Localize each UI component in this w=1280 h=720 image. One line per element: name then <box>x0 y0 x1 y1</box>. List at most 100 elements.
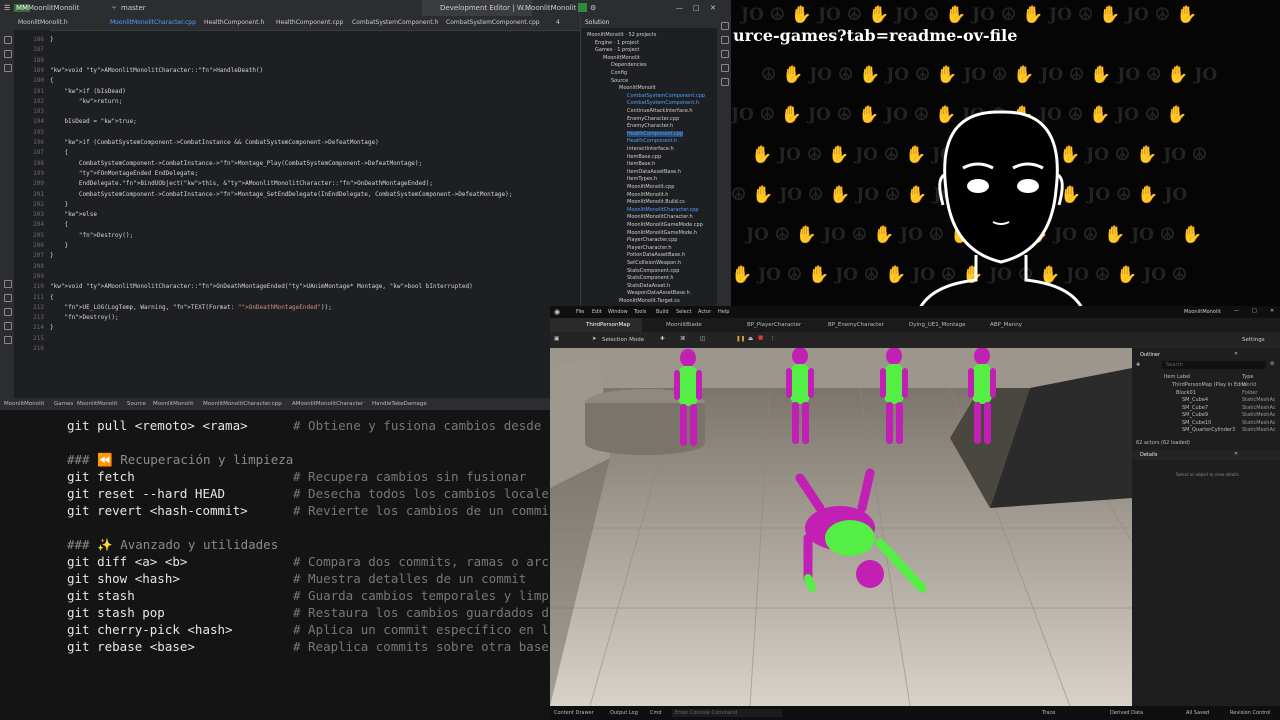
col-item-label[interactable]: Item Label <box>1164 374 1190 380</box>
outliner-row[interactable]: SM_Cube4 StaticMeshAc <box>1132 397 1280 404</box>
solution-tree-item[interactable]: ItemDataAssetBase.h <box>627 169 681 175</box>
problems-icon[interactable] <box>4 308 12 316</box>
breadcrumb-item[interactable]: MoonlitMonolit <box>4 401 44 407</box>
tab-health-h[interactable]: HealthComponent.h <box>204 19 264 26</box>
breadcrumb-item[interactable]: Games <box>54 401 73 407</box>
solution-tree-item[interactable]: MoonlitMonolit.cpp <box>627 184 674 190</box>
tab-health-cpp[interactable]: HealthComponent.cpp <box>276 19 343 26</box>
ue-maximize-icon[interactable]: □ <box>1252 308 1257 314</box>
cinematics-icon[interactable]: ◫ <box>700 336 705 342</box>
breadcrumb-item[interactable]: AMoonlitMonolitCharacter <box>292 401 363 407</box>
outliner-row[interactable]: SM_Cube9 StaticMeshAc <box>1132 412 1280 419</box>
selection-mode-dropdown[interactable]: Selection Mode <box>602 337 644 343</box>
git-icon[interactable] <box>4 322 12 330</box>
menu-select[interactable]: Select <box>676 309 691 315</box>
menu-file[interactable]: File <box>576 309 584 315</box>
breadcrumb-item[interactable]: MoonlitMonolitCharacter.cpp <box>203 401 282 407</box>
revision-control-button[interactable]: Revision Control <box>1230 710 1271 716</box>
console-input[interactable]: Enter Console Command <box>672 709 782 717</box>
branch-name[interactable]: master <box>121 4 146 12</box>
solution-tree-item[interactable]: StatsDataAsset.h <box>627 283 670 289</box>
tab-moonlitblade[interactable]: MoonlitBlade <box>666 322 702 328</box>
derived-data-button[interactable]: Derived Data <box>1110 710 1143 716</box>
code-editor[interactable]: } "kw">void "ty">AMoonlitMonolitCharacter… <box>50 30 580 398</box>
solution-tree-item[interactable]: MoonlitMonolit <box>603 55 640 61</box>
play-options-icon[interactable]: ⋮ <box>770 336 776 342</box>
blueprint-icon[interactable]: ⌘ <box>680 336 686 342</box>
game-viewport[interactable] <box>550 348 1132 706</box>
solution-tree-item[interactable]: ItemBase.cpp <box>627 154 661 160</box>
tab-moonlitmonolit-h[interactable]: MoonlitMonolit.h <box>18 19 68 26</box>
pause-icon[interactable]: ❚❚ <box>736 336 745 342</box>
tab-combat-h[interactable]: CombatSystemComponent.h <box>352 19 438 26</box>
debug-icon[interactable]: ⚙ <box>590 4 596 12</box>
solution-tree-item[interactable]: SetCollisionWeapon.h <box>627 260 681 266</box>
menu-actor[interactable]: Actor <box>698 309 711 315</box>
notifications-icon[interactable] <box>721 22 729 30</box>
warning-count[interactable]: 4 <box>556 19 560 26</box>
save-icon[interactable]: ▣ <box>554 336 559 342</box>
solution-tree-item[interactable]: Dependencies <box>611 62 647 68</box>
ue-minimize-icon[interactable]: — <box>1234 308 1239 314</box>
unreal-logo-icon[interactable]: ◉ <box>554 308 560 316</box>
tab-dying-montage[interactable]: Dying_UE1_Montage <box>909 322 966 328</box>
structure-icon[interactable] <box>4 64 12 72</box>
menu-help[interactable]: Help <box>718 309 729 315</box>
solution-tree-item[interactable]: CombatSystemComponent.h <box>627 100 699 106</box>
solution-tree-item[interactable]: PlayerCharacter.cpp <box>627 237 677 243</box>
tab-bp-enemy[interactable]: BP_EnemyCharacter <box>828 322 884 328</box>
run-icon[interactable] <box>578 3 587 12</box>
cmd-dropdown[interactable]: Cmd <box>650 710 662 716</box>
outliner-settings-icon[interactable]: ⚙ <box>1270 361 1274 367</box>
solution-tree-item[interactable]: MoonlitMonolit.Target.cs <box>619 298 680 304</box>
outliner-row[interactable]: SM_Cube10 StaticMeshAc <box>1132 420 1280 427</box>
solution-tree-item[interactable]: MoonlitMonolit.h <box>627 192 668 198</box>
outliner-row[interactable]: SM_QuarterCylinder3 StaticMeshAc <box>1132 427 1280 434</box>
solution-tree-item[interactable]: StatsComponent.cpp <box>627 268 679 274</box>
terminal-icon[interactable] <box>4 294 12 302</box>
folder-icon[interactable] <box>4 36 12 44</box>
solution-tree-item[interactable]: HealthComponent.cpp <box>627 130 684 137</box>
solution-tree-item[interactable]: ItemTypes.h <box>627 176 657 182</box>
solution-tree-item[interactable]: StatsComponent.h <box>627 275 674 281</box>
run-panel-icon[interactable] <box>4 280 12 288</box>
solution-tree-item[interactable]: Games · 1 project <box>595 47 639 53</box>
stop-icon[interactable]: ■ <box>758 335 763 341</box>
content-drawer-button[interactable]: Content Drawer <box>554 710 594 716</box>
solution-tree-item[interactable]: MoonlitMonolit <box>619 85 656 91</box>
solution-tree-item[interactable]: CombatSystemComponent.cpp <box>627 93 705 99</box>
solution-tree-item[interactable]: MoonlitMonolit.Build.cs <box>627 199 685 205</box>
add-filter-icon[interactable]: ✚ <box>1136 362 1140 368</box>
tab-bp-player[interactable]: BP_PlayerCharacter <box>747 322 801 328</box>
outliner-row[interactable]: SM_Cube7 StaticMeshAc <box>1132 405 1280 412</box>
minimize-icon[interactable]: — <box>676 4 683 12</box>
solution-tree-item[interactable]: WeaponDataAssetBase.h <box>627 290 690 296</box>
services-icon[interactable] <box>4 336 12 344</box>
run-target[interactable]: MoonlitMonolit <box>525 4 576 12</box>
bookmarks-icon[interactable] <box>721 64 729 72</box>
hamburger-menu-icon[interactable]: ☰ <box>4 4 10 12</box>
ai-assistant-icon[interactable] <box>721 50 729 58</box>
all-saved-status[interactable]: All Saved <box>1186 710 1209 716</box>
eject-icon[interactable]: ⏏ <box>748 336 753 342</box>
menu-tools[interactable]: Tools <box>634 309 646 315</box>
solution-tree-item[interactable]: EnemyCharacter.h <box>627 123 673 129</box>
outliner-row[interactable]: Block01 Folder <box>1132 390 1280 397</box>
solution-tree-item[interactable]: MoonlitMonolitGameMode.h <box>627 230 697 236</box>
unreal-icon[interactable] <box>721 78 729 86</box>
solution-tree-item[interactable]: ContinueAttackInterface.h <box>627 108 693 114</box>
add-actor-icon[interactable]: ✚ <box>660 336 665 342</box>
tab-thirdpersonmap[interactable]: ThirdPersonMap <box>586 322 630 328</box>
solution-tree-item[interactable]: MoonlitMonolitCharacter.h <box>627 214 693 220</box>
tab-character-cpp[interactable]: MoonlitMonolitCharacter.cpp <box>110 19 196 26</box>
solution-tree-item[interactable]: MoonlitMonolit · 52 projects <box>587 32 656 38</box>
solution-tree-item[interactable]: Source <box>611 78 628 84</box>
menu-edit[interactable]: Edit <box>592 309 602 315</box>
solution-tree-item[interactable]: PlayerCharacter.h <box>627 245 672 251</box>
solution-tree-item[interactable]: ItemBase.h <box>627 161 655 167</box>
outliner-close-icon[interactable]: ✕ <box>1234 351 1238 357</box>
solution-tree-item[interactable]: Engine · 1 project <box>595 40 639 46</box>
maximize-icon[interactable]: □ <box>693 4 700 12</box>
breadcrumb-item[interactable]: MoonlitMonolit <box>77 401 117 407</box>
outliner-row[interactable]: ThirdPersonMap (Play In Edito World <box>1132 382 1280 389</box>
